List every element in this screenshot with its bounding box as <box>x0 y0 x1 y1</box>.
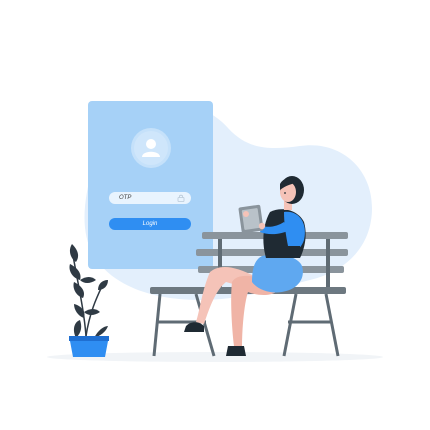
tablet-icon <box>238 204 264 234</box>
scene-figures <box>69 176 348 357</box>
plant-pot-rim <box>69 336 109 341</box>
potted-plant <box>69 244 109 357</box>
bench <box>150 232 348 357</box>
illustration-scene: OTP Login <box>0 0 430 430</box>
left-shoe <box>184 322 204 332</box>
right-shoe <box>226 346 246 356</box>
plant-pot <box>70 341 108 357</box>
belt <box>272 246 300 251</box>
